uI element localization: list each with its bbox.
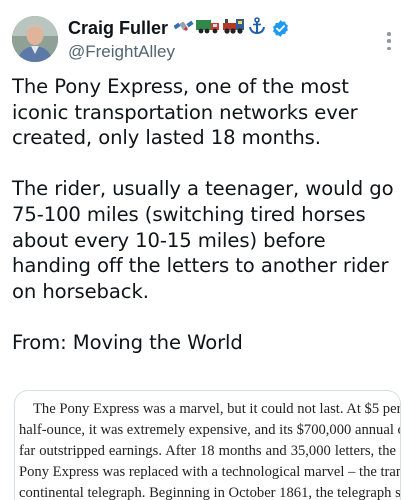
attached-image[interactable]: The Pony Express was a marvel, but it co…: [14, 390, 401, 500]
book-line: half-ounce, it was extremely expensive, …: [19, 422, 401, 438]
verified-badge-icon: [271, 19, 290, 38]
tweet-header: Craig Fuller @FreightAlley: [12, 14, 401, 64]
more-dot-icon: [387, 39, 391, 43]
author-handle[interactable]: @FreightAlley: [68, 42, 290, 62]
book-line: continental telegraph. Beginning in Octo…: [19, 485, 401, 500]
name-emojis: [173, 16, 266, 40]
book-line: far outstripped earnings. After 18 month…: [19, 443, 396, 459]
author-info: Craig Fuller @FreightAlley: [68, 16, 290, 62]
book-excerpt: The Pony Express was a marvel, but it co…: [15, 399, 400, 500]
book-line: Pony Express was replaced with a technol…: [19, 464, 401, 480]
avatar[interactable]: [12, 16, 58, 62]
book-line: The Pony Express was a marvel, but it co…: [33, 401, 401, 417]
locomotive-icon: [222, 17, 246, 40]
more-dot-icon: [387, 46, 391, 50]
tweet-text: The Pony Express, one of the most iconic…: [12, 75, 394, 354]
display-name[interactable]: Craig Fuller: [68, 18, 168, 39]
truck-icon: [196, 17, 220, 40]
more-dot-icon: [387, 32, 391, 36]
more-options-button[interactable]: [381, 32, 397, 50]
name-row: Craig Fuller: [68, 16, 290, 40]
anchor-icon: [248, 16, 266, 40]
satellite-icon: [173, 17, 194, 40]
